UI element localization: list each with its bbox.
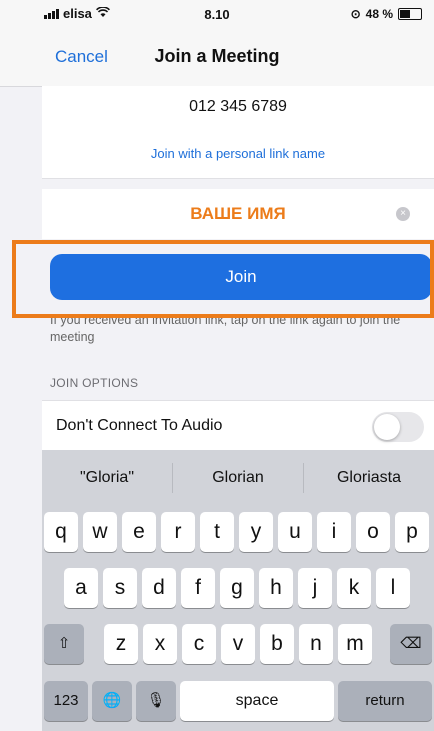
audio-option-label: Don't Connect To Audio [56, 417, 223, 434]
page-title: Join a Meeting [154, 46, 280, 66]
battery-percent: 48 % [365, 7, 393, 21]
alarm-icon: ⊙ [350, 7, 361, 21]
personal-link-button[interactable]: Join with a personal link name [42, 146, 434, 161]
meeting-id-value: 012 345 6789 [189, 98, 287, 115]
key-g[interactable]: g [220, 568, 254, 608]
key-e[interactable]: e [122, 512, 156, 552]
key-a[interactable]: a [64, 568, 98, 608]
key-y[interactable]: y [239, 512, 273, 552]
audio-toggle[interactable] [372, 412, 424, 442]
personal-link-row[interactable]: Join with a personal link name [42, 130, 434, 179]
key-w[interactable]: w [83, 512, 117, 552]
section-gap [42, 179, 434, 189]
suggestion-3[interactable]: Gloriasta [304, 463, 434, 493]
space-key[interactable]: space [180, 681, 334, 721]
status-bar: elisa 8.10 ⊙ 48 % [0, 0, 434, 30]
key-m[interactable]: m [338, 624, 372, 664]
key-s[interactable]: s [103, 568, 137, 608]
key-h[interactable]: h [259, 568, 293, 608]
battery-group: ⊙ 48 % [351, 7, 422, 21]
suggestion-2[interactable]: Glorian [173, 463, 304, 493]
key-q[interactable]: q [44, 512, 78, 552]
key-i[interactable]: i [317, 512, 351, 552]
key-t[interactable]: t [200, 512, 234, 552]
key-d[interactable]: d [142, 568, 176, 608]
join-highlight-box [12, 240, 434, 318]
key-v[interactable]: v [221, 624, 255, 664]
suggestion-1[interactable]: "Gloria" [42, 463, 173, 493]
key-p[interactable]: p [395, 512, 429, 552]
backspace-icon[interactable]: ⌫ [390, 624, 432, 664]
battery-icon [398, 8, 422, 20]
microphone-icon[interactable]: 🎙 [136, 681, 176, 721]
audio-option-row[interactable]: Don't Connect To Audio [42, 400, 434, 451]
clear-icon[interactable]: × [396, 207, 410, 221]
globe-icon[interactable]: 🌐 [92, 681, 132, 721]
suggestion-bar: "Gloria" Glorian Gloriasta [42, 450, 434, 506]
key-n[interactable]: n [299, 624, 333, 664]
key-x[interactable]: x [143, 624, 177, 664]
key-u[interactable]: u [278, 512, 312, 552]
name-value: ВАШЕ ИМЯ [190, 204, 286, 223]
shift-icon[interactable]: ⇧ [44, 624, 84, 664]
meeting-id-field[interactable]: 012 345 6789 [42, 86, 434, 131]
key-c[interactable]: c [182, 624, 216, 664]
key-k[interactable]: k [337, 568, 371, 608]
toggle-knob [374, 414, 400, 440]
key-f[interactable]: f [181, 568, 215, 608]
key-r[interactable]: r [161, 512, 195, 552]
key-j[interactable]: j [298, 568, 332, 608]
key-l[interactable]: l [376, 568, 410, 608]
key-o[interactable]: o [356, 512, 390, 552]
name-field[interactable]: ВАШЕ ИМЯ × [42, 189, 434, 239]
nav-bar: Cancel Join a Meeting [0, 30, 434, 87]
numbers-key[interactable]: 123 [44, 681, 88, 721]
keyboard: "Gloria" Glorian Gloriasta qwertyuiop asd… [42, 450, 434, 731]
key-z[interactable]: z [104, 624, 138, 664]
return-key[interactable]: return [338, 681, 432, 721]
join-options-header: JOIN OPTIONS [50, 376, 139, 390]
key-b[interactable]: b [260, 624, 294, 664]
